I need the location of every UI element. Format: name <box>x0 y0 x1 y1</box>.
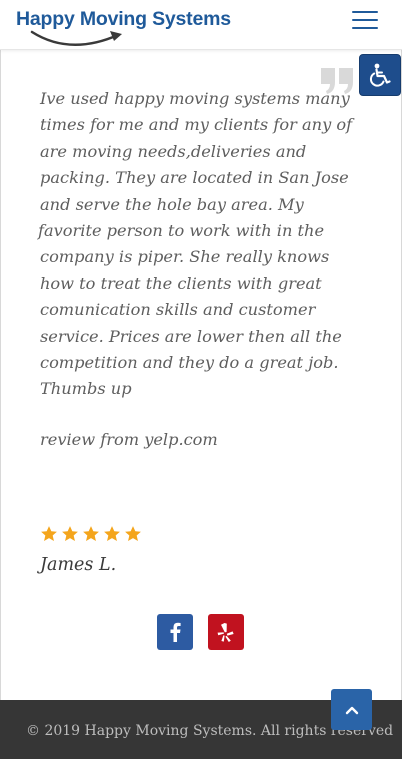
star-icon <box>83 526 99 542</box>
testimonial-line: Thumbs up <box>40 379 132 399</box>
yelp-icon <box>217 623 234 642</box>
testimonial-line: Ive used happy moving systems many <box>40 89 350 108</box>
testimonial-line: and serve the hole bay area. My <box>40 194 304 214</box>
review-source: review from yelp.com <box>40 430 218 449</box>
testimonial-line: favorite person to work with in the <box>38 221 325 241</box>
facebook-icon <box>170 622 181 642</box>
testimonial-line: competition and they do a great job. <box>40 353 339 373</box>
accessibility-button[interactable] <box>359 54 401 96</box>
star-icon <box>125 526 141 542</box>
testimonial-text: Ive used happy moving systems many times… <box>38 86 370 403</box>
testimonial-line: are moving needs,deliveries and <box>40 141 307 161</box>
scroll-to-top-button[interactable] <box>331 689 372 730</box>
chevron-up-icon <box>345 706 358 714</box>
star-icon <box>104 526 120 542</box>
facebook-button[interactable] <box>157 614 193 650</box>
testimonial-line: times for me and my clients for any of <box>40 115 353 135</box>
site-logo[interactable]: Happy Moving Systems <box>16 8 231 50</box>
logo-swoosh-icon <box>30 30 122 46</box>
hamburger-menu-icon[interactable] <box>352 11 378 31</box>
testimonial-line: packing. They are located in San Jose <box>40 168 349 188</box>
yelp-button[interactable] <box>208 614 244 650</box>
testimonial-line: comunication skills and customer <box>40 300 316 320</box>
star-icon <box>41 526 57 542</box>
site-header: Happy Moving Systems <box>0 0 402 50</box>
review-author: James L. <box>40 555 117 575</box>
wheelchair-icon <box>369 63 391 87</box>
testimonial-line: service. Prices are lower then all the <box>40 326 342 346</box>
star-icon <box>62 526 78 542</box>
testimonial-line: company is piper. She really knows <box>40 247 330 267</box>
testimonial-line: how to treat the clients with great <box>40 273 322 293</box>
star-rating <box>40 525 142 543</box>
